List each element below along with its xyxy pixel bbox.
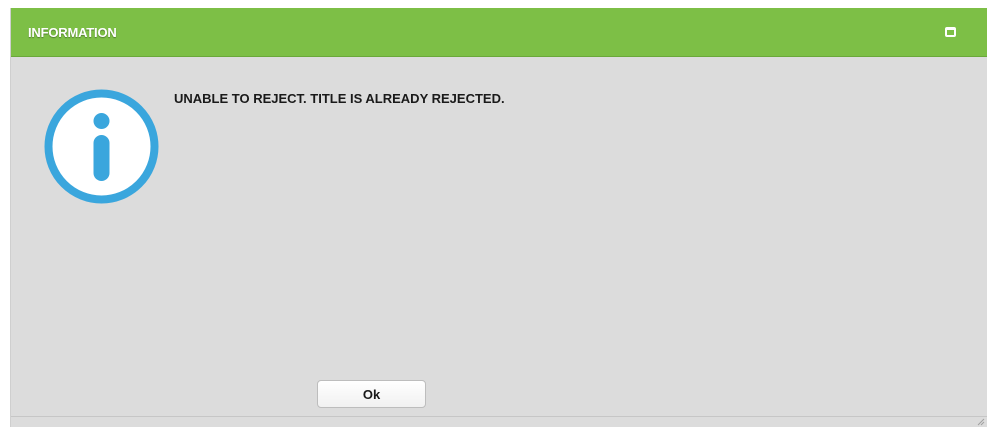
dialog-message: UNABLE TO REJECT. TITLE IS ALREADY REJEC… xyxy=(174,91,505,106)
maximize-icon[interactable] xyxy=(945,27,956,37)
dialog-footer-divider xyxy=(11,416,987,417)
information-dialog: INFORMATION UNABLE TO REJECT. TITLE IS A… xyxy=(10,8,987,427)
dialog-title: INFORMATION xyxy=(28,25,117,40)
info-icon xyxy=(44,89,159,204)
ok-button[interactable]: Ok xyxy=(317,380,426,408)
dialog-titlebar[interactable]: INFORMATION xyxy=(11,8,987,57)
resize-grip-icon[interactable] xyxy=(976,417,985,426)
